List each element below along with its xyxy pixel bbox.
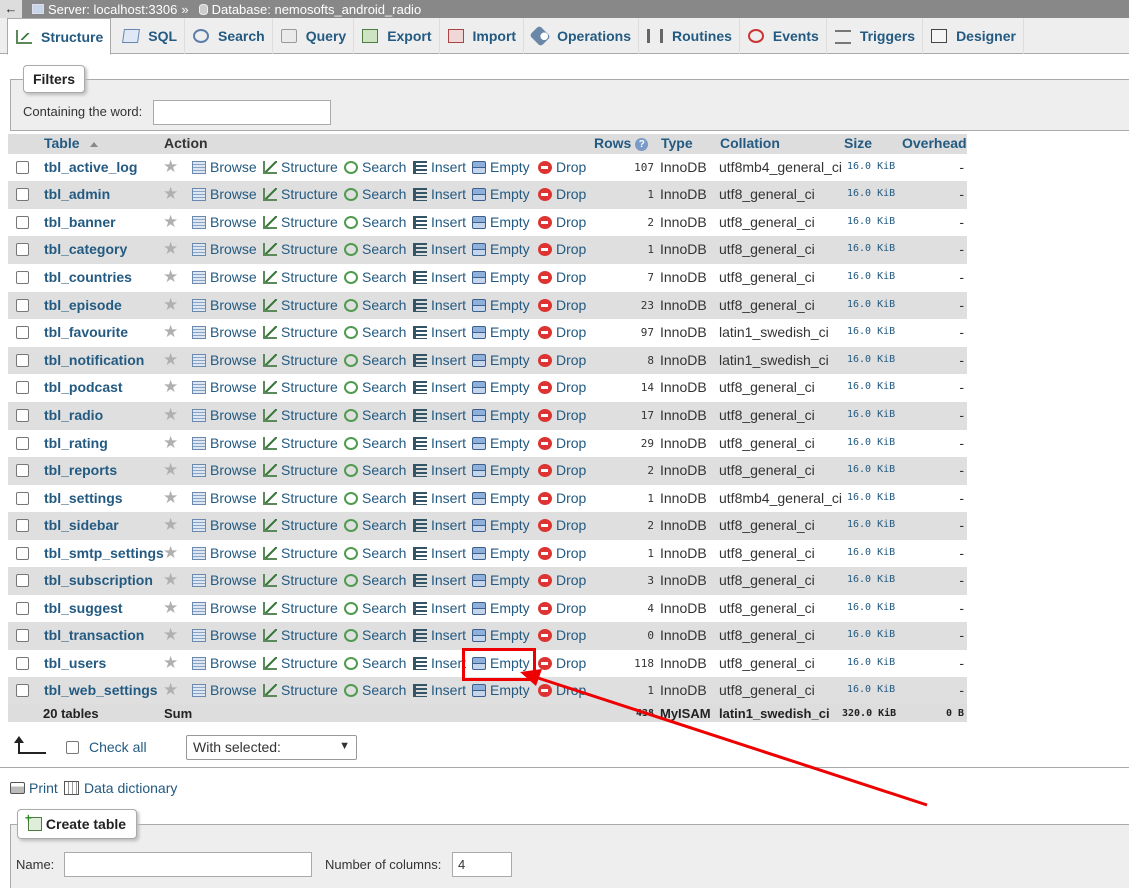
arrow-head	[520, 669, 542, 686]
annotation-arrow	[520, 669, 928, 807]
arrow-shaft	[531, 674, 928, 807]
